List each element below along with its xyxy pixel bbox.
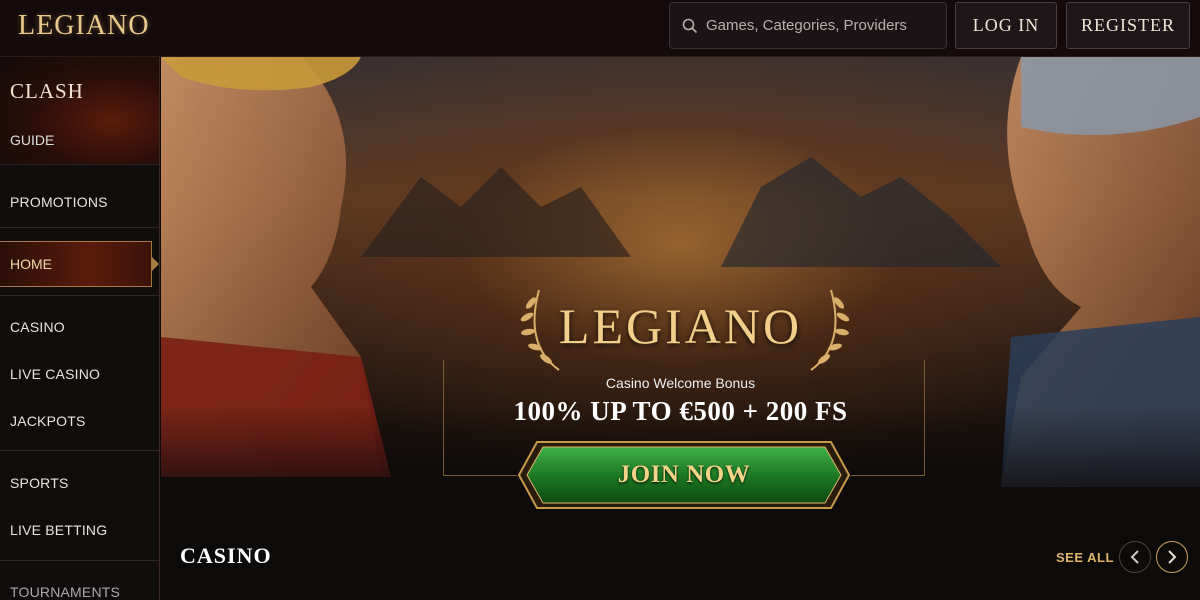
search-icon bbox=[682, 18, 698, 33]
join-now-label: JOIN NOW bbox=[617, 461, 751, 488]
search-input[interactable] bbox=[706, 17, 936, 34]
sidebar-item-live-casino[interactable]: LIVE CASINO bbox=[10, 366, 100, 382]
sidebar-item-tournaments[interactable]: TOURNAMENTS bbox=[10, 584, 120, 600]
hero-logo: LEGIANO bbox=[558, 298, 803, 354]
sidebar-item-home[interactable]: HOME bbox=[0, 241, 159, 287]
sidebar-divider bbox=[0, 227, 159, 228]
login-button[interactable]: LOG IN bbox=[955, 2, 1057, 49]
sidebar-item-live-betting[interactable]: LIVE BETTING bbox=[10, 522, 107, 538]
sidebar-item-sports[interactable]: SPORTS bbox=[10, 475, 69, 491]
sidebar-divider bbox=[0, 560, 159, 561]
sidebar-item-jackpots[interactable]: JACKPOTS bbox=[10, 413, 86, 429]
hero-subtitle: Casino Welcome Bonus bbox=[605, 375, 756, 391]
sidebar-divider bbox=[0, 295, 159, 296]
sidebar-item-promotions[interactable]: PROMOTIONS bbox=[10, 194, 108, 210]
frame-line bbox=[443, 475, 517, 476]
search-bar[interactable] bbox=[669, 2, 947, 49]
see-all-link[interactable]: SEE ALL bbox=[1056, 550, 1114, 565]
sidebar: CLASH GUIDE PROMOTIONS HOME CASINO LIVE … bbox=[0, 57, 160, 600]
site-logo[interactable]: LEGIANO bbox=[18, 10, 149, 42]
carousel-prev-button[interactable] bbox=[1119, 541, 1151, 573]
chevron-left-icon bbox=[1130, 550, 1139, 564]
section-title-casino: CASINO bbox=[180, 543, 272, 568]
sidebar-item-casino[interactable]: CASINO bbox=[10, 319, 65, 335]
hero-offer: 100% UP TO €500 + 200 FS bbox=[513, 396, 848, 426]
register-button[interactable]: REGISTER bbox=[1066, 2, 1190, 49]
hero-banner: LEGIANO Casino Welcome Bonus 100% UP TO … bbox=[161, 57, 1200, 527]
clash-title: CLASH bbox=[10, 79, 84, 103]
top-header: LEGIANO LOG IN REGISTER bbox=[0, 0, 1200, 57]
sidebar-divider bbox=[0, 450, 159, 451]
join-now-button[interactable]: JOIN NOW bbox=[517, 440, 851, 510]
carousel-next-button[interactable] bbox=[1156, 541, 1188, 573]
sidebar-item-label: HOME bbox=[10, 256, 52, 272]
clash-guide-banner[interactable]: CLASH GUIDE bbox=[0, 57, 159, 165]
frame-line bbox=[851, 475, 925, 476]
clash-subtitle: GUIDE bbox=[10, 132, 55, 148]
chevron-right-icon bbox=[1168, 550, 1177, 564]
